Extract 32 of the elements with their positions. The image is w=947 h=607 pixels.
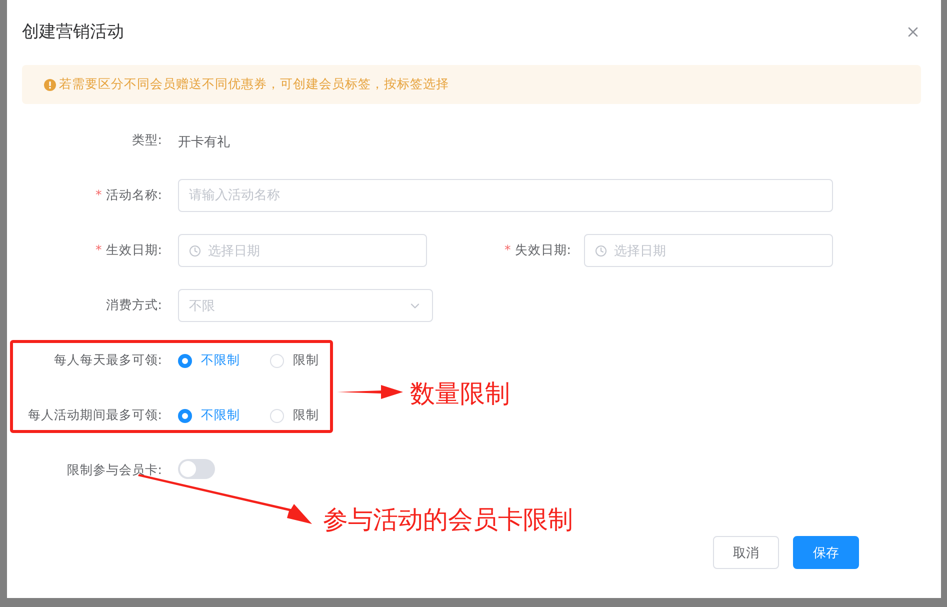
start-date-field[interactable]: 选择日期 [178, 234, 427, 267]
alert-text: 若需要区分不同会员赠送不同优惠券，可创建会员标签，按标签选择 [59, 76, 449, 93]
annotation-text: 数量限制 [410, 378, 510, 410]
field-label: 失效日期: [514, 242, 571, 257]
type-value: 开卡有礼 [178, 134, 230, 150]
radio-label: 不限制 [201, 352, 240, 369]
radio-button[interactable] [178, 354, 192, 368]
field-label: 消费方式: [106, 297, 162, 312]
toggle-switch[interactable] [178, 458, 215, 478]
field-label: 生效日期: [106, 242, 162, 257]
select-field[interactable]: 不限 [178, 289, 433, 322]
dialog-title: 创建营销活动 [22, 21, 124, 43]
radio-label: 限制 [293, 352, 319, 369]
required-mark: * [96, 187, 102, 202]
clock-icon [189, 244, 201, 256]
field-label: 限制参与会员卡: [66, 462, 162, 477]
radio-button[interactable] [178, 408, 192, 422]
field-label: 每人活动期间最多可领: [28, 407, 162, 422]
annotation-text: 参与活动的会员卡限制 [323, 504, 573, 536]
radio-label: 限制 [293, 407, 319, 424]
save-button[interactable]: 保存 [793, 536, 859, 569]
radio-label: 不限制 [201, 407, 240, 424]
field-label: 活动名称: [106, 187, 162, 202]
field-label: 类型: [132, 132, 162, 147]
warning-icon [44, 78, 56, 90]
clock-icon [595, 244, 607, 256]
field-label: 每人每天最多可领: [54, 352, 162, 367]
name-input-field[interactable]: 请输入活动名称 [178, 179, 833, 212]
end-date-field[interactable]: 选择日期 [584, 234, 833, 267]
required-mark: * [96, 242, 102, 257]
required-mark: * [504, 242, 511, 257]
cancel-button[interactable]: 取消 [713, 536, 779, 569]
